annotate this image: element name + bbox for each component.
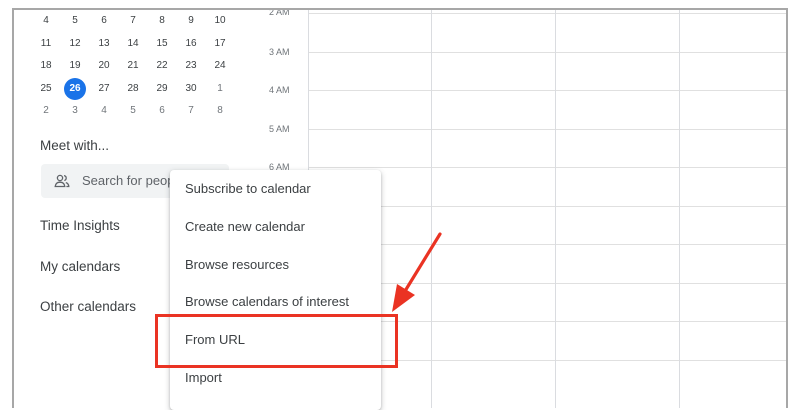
calendar-window: 4 5 6 7 8 9 10 11 12 13 14 15 16 17 18 1… [12,8,788,408]
mini-calendar-day[interactable]: 10 [209,10,231,32]
mini-calendar-day[interactable]: 7 [122,10,144,32]
day-column-line [555,10,556,408]
mini-calendar-day[interactable]: 28 [122,78,144,100]
mini-calendar-day[interactable]: 11 [35,33,57,55]
mini-calendar-day[interactable]: 5 [122,100,144,122]
mini-calendar-day[interactable]: 27 [93,78,115,100]
mini-calendar-day[interactable]: 21 [122,55,144,77]
mini-calendar-day[interactable]: 12 [64,33,86,55]
annotation-highlight-box [155,314,398,368]
time-label: 4 AM [269,85,290,95]
day-column-line [679,10,680,408]
hour-line [308,90,786,91]
mini-calendar-day[interactable]: 16 [180,33,202,55]
other-calendars-heading[interactable]: Other calendars [40,299,136,314]
add-calendar-menu: Subscribe to calendar Create new calenda… [170,170,381,410]
time-label: 5 AM [269,124,290,134]
menu-item-create-new[interactable]: Create new calendar [170,208,381,246]
mini-calendar-day[interactable]: 3 [64,100,86,122]
mini-calendar-week: 4 5 6 7 8 9 10 [14,10,244,32]
mini-calendar-day[interactable]: 4 [35,10,57,32]
mini-calendar-day[interactable]: 14 [122,33,144,55]
time-label: 3 AM [269,47,290,57]
hour-line [308,167,786,168]
mini-calendar-day[interactable]: 8 [151,10,173,32]
mini-calendar-day[interactable]: 13 [93,33,115,55]
mini-calendar-day[interactable]: 6 [93,10,115,32]
mini-calendar-day[interactable]: 9 [180,10,202,32]
mini-calendar-day[interactable]: 30 [180,78,202,100]
mini-calendar-week: 2 3 4 5 6 7 8 [14,100,244,122]
mini-calendar-day[interactable]: 2 [35,100,57,122]
mini-calendar-day[interactable]: 29 [151,78,173,100]
mini-calendar-day[interactable]: 23 [180,55,202,77]
time-label: 2 AM [269,8,290,17]
meet-with-heading: Meet with... [40,138,110,153]
mini-calendar-day-today[interactable]: 26 [64,78,86,100]
time-insights-heading[interactable]: Time Insights [40,218,120,233]
hour-line [308,129,786,130]
mini-calendar-day[interactable]: 19 [64,55,86,77]
mini-calendar-week: 11 12 13 14 15 16 17 [14,33,244,55]
mini-calendar-day[interactable]: 18 [35,55,57,77]
mini-calendar-day[interactable]: 24 [209,55,231,77]
mini-calendar-day[interactable]: 25 [35,78,57,100]
mini-calendar-day[interactable]: 20 [93,55,115,77]
mini-calendar-day[interactable]: 4 [93,100,115,122]
mini-calendar-week: 25 26 27 28 29 30 1 [14,78,244,100]
menu-item-browse-resources[interactable]: Browse resources [170,246,381,284]
annotation-arrow-icon [392,232,442,312]
hour-line [308,52,786,53]
people-outline-icon [54,173,70,189]
mini-calendar-day[interactable]: 6 [151,100,173,122]
mini-calendar-day[interactable]: 15 [151,33,173,55]
hour-line [308,13,786,14]
mini-calendar-day[interactable]: 17 [209,33,231,55]
mini-calendar-day[interactable]: 5 [64,10,86,32]
mini-calendar-day[interactable]: 7 [180,100,202,122]
menu-item-subscribe[interactable]: Subscribe to calendar [170,170,381,208]
mini-calendar-day[interactable]: 8 [209,100,231,122]
mini-calendar-week: 18 19 20 21 22 23 24 [14,55,244,77]
my-calendars-heading[interactable]: My calendars [40,259,120,274]
mini-calendar-day[interactable]: 22 [151,55,173,77]
day-column-line [431,10,432,408]
mini-calendar-day[interactable]: 1 [209,78,231,100]
